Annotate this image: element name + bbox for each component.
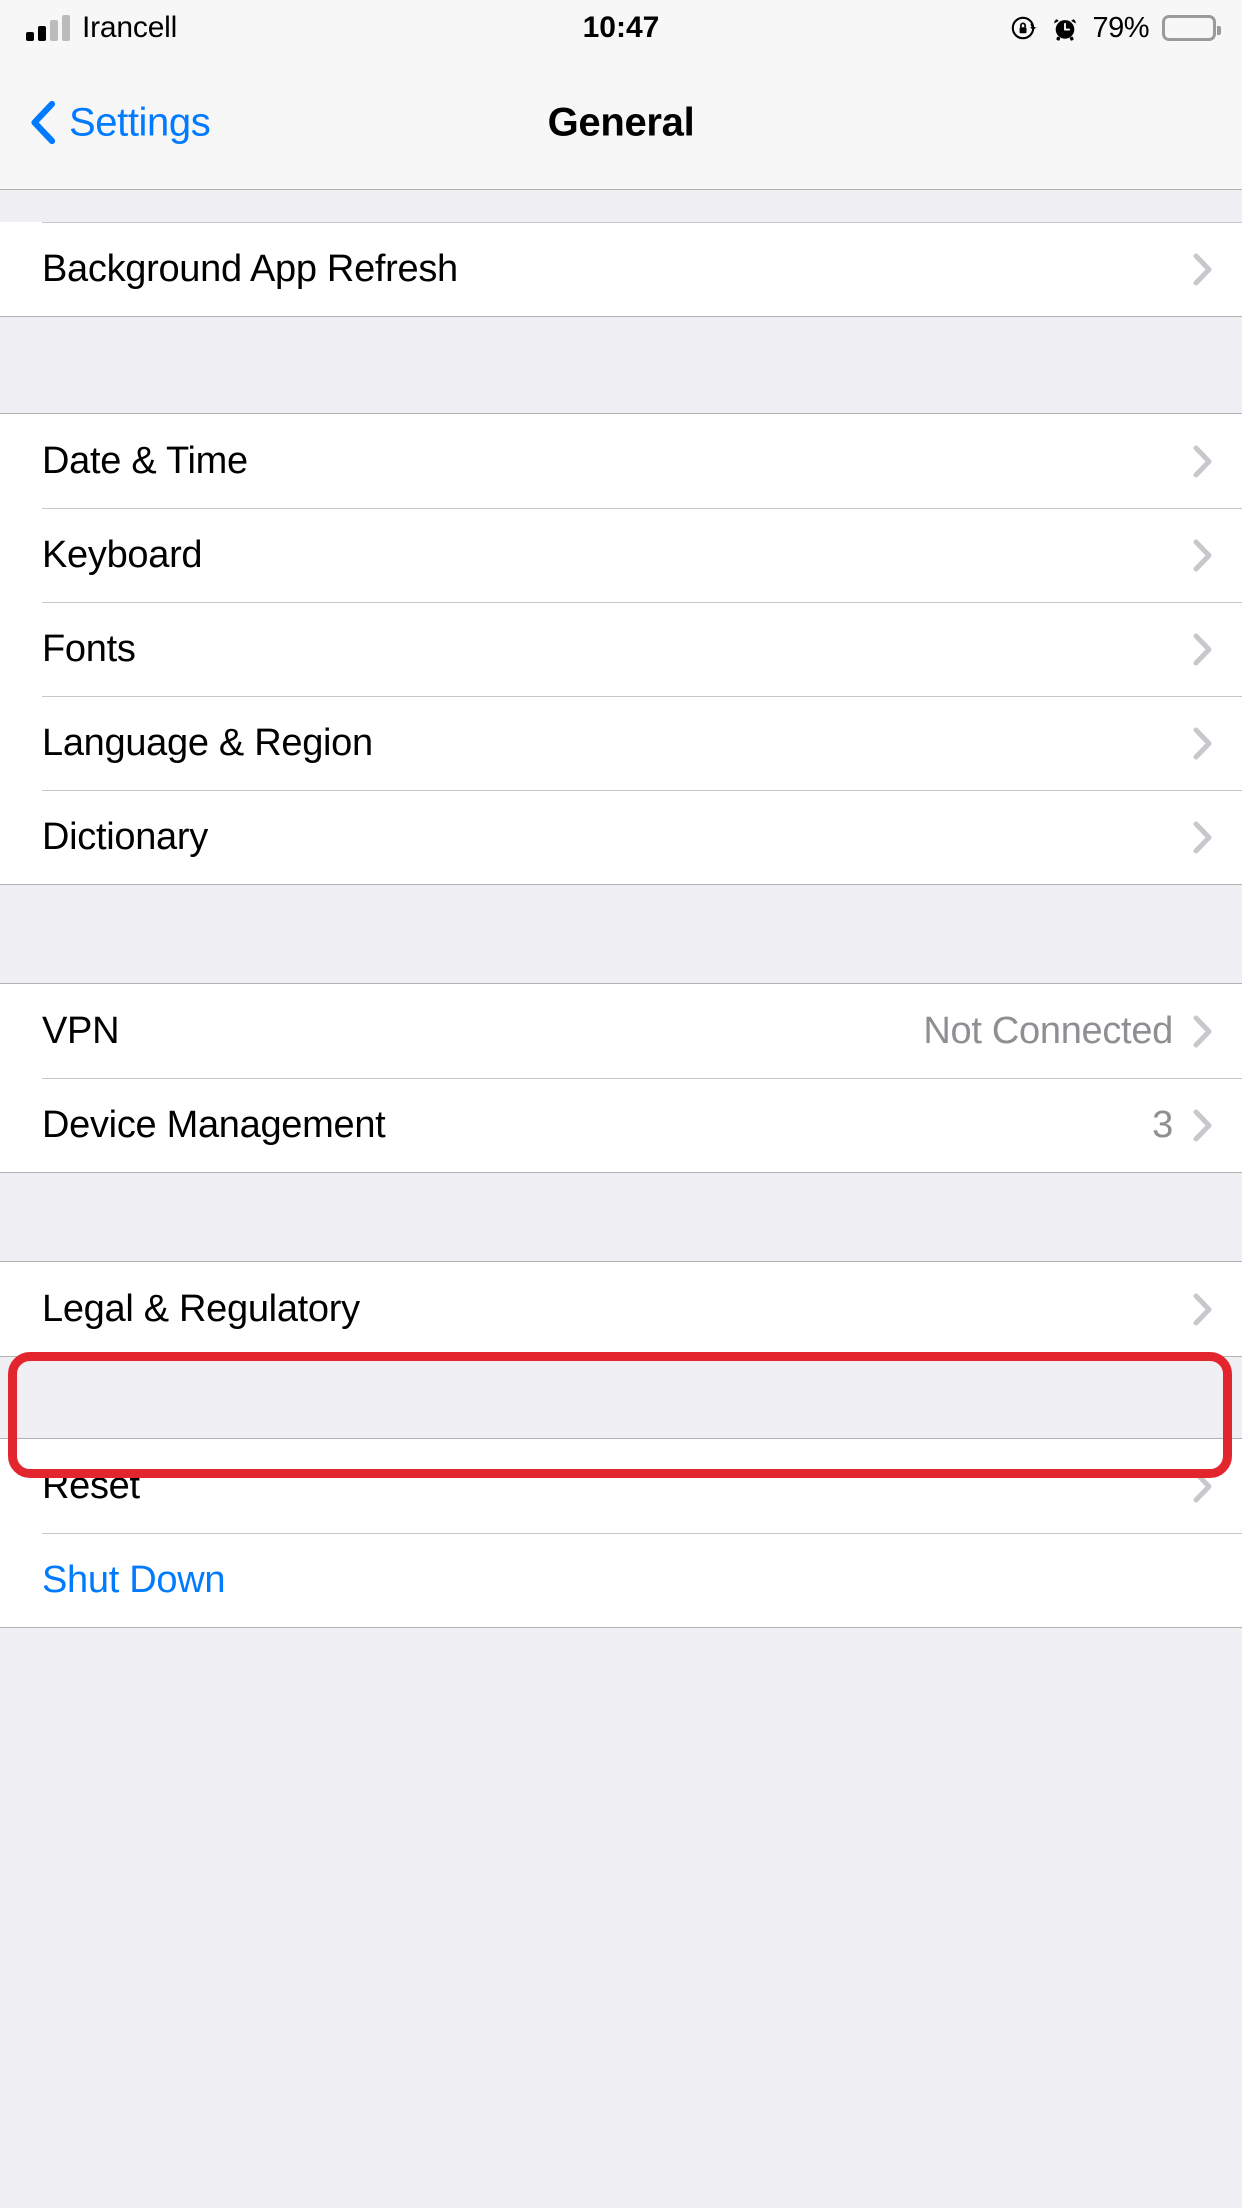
alarm-clock-icon <box>1051 14 1079 42</box>
status-bar: Irancell 10:47 79% <box>0 0 1242 56</box>
row-label: Reset <box>42 1465 140 1507</box>
row-label: Background App Refresh <box>42 248 458 290</box>
rotation-lock-icon <box>1010 14 1038 42</box>
row-accessory <box>1193 253 1212 286</box>
row-label: Date & Time <box>42 440 248 482</box>
status-bar-right: 79% <box>1010 11 1221 45</box>
row-reset[interactable]: Reset <box>0 1439 1242 1533</box>
row-accessory: Not Connected <box>923 1012 1212 1050</box>
section-gap <box>0 885 1242 983</box>
row-accessory <box>1193 633 1212 666</box>
chevron-right-icon <box>1193 253 1212 285</box>
row-label: Fonts <box>42 628 136 670</box>
chevron-right-icon <box>1193 539 1212 571</box>
battery-percent-label: 79% <box>1092 11 1149 44</box>
section-locale: Date & Time Keyboard Fonts Language & Re… <box>0 413 1242 885</box>
chevron-right-icon <box>1193 633 1212 665</box>
row-dictionary[interactable]: Dictionary <box>0 790 1242 884</box>
section-gap <box>0 1357 1242 1438</box>
row-label: Language & Region <box>42 722 373 764</box>
row-label: Legal & Regulatory <box>42 1288 360 1330</box>
page-title: General <box>547 100 695 144</box>
row-language-region[interactable]: Language & Region <box>0 696 1242 790</box>
row-accessory <box>1193 1293 1212 1326</box>
navigation-bar: Settings General <box>0 56 1242 190</box>
settings-list: Background App Refresh Date & Time Keybo… <box>0 222 1242 1628</box>
row-accessory: 3 <box>1152 1106 1212 1144</box>
chevron-right-icon <box>1193 445 1212 477</box>
chevron-right-icon <box>1193 1293 1212 1325</box>
section-legal: Legal & Regulatory <box>0 1261 1242 1357</box>
section-gap <box>0 317 1242 413</box>
row-background-app-refresh[interactable]: Background App Refresh <box>0 222 1242 316</box>
row-date-time[interactable]: Date & Time <box>0 414 1242 508</box>
row-fonts[interactable]: Fonts <box>0 602 1242 696</box>
row-label: Keyboard <box>42 534 203 576</box>
row-label: Dictionary <box>42 816 208 858</box>
row-accessory <box>1193 821 1212 854</box>
chevron-right-icon <box>1193 1109 1212 1141</box>
chevron-right-icon <box>1193 1015 1212 1047</box>
section-gap <box>0 1173 1242 1261</box>
row-value: 3 <box>1152 1104 1173 1146</box>
chevron-right-icon <box>1193 1470 1212 1502</box>
chevron-right-icon <box>1193 821 1212 853</box>
row-label: VPN <box>42 1010 120 1052</box>
row-shut-down[interactable]: Shut Down <box>0 1533 1242 1627</box>
row-accessory <box>1193 445 1212 478</box>
row-accessory <box>1193 1470 1212 1503</box>
row-device-management[interactable]: Device Management 3 <box>0 1078 1242 1172</box>
row-value: Not Connected <box>923 1010 1173 1052</box>
row-accessory <box>1193 539 1212 572</box>
section-reset-shutdown: Reset Shut Down <box>0 1438 1242 1628</box>
row-label: Device Management <box>42 1104 386 1146</box>
row-legal-regulatory[interactable]: Legal & Regulatory <box>0 1262 1242 1356</box>
row-accessory <box>1193 727 1212 760</box>
section-network-management: VPN Not Connected Device Management 3 <box>0 983 1242 1173</box>
row-keyboard[interactable]: Keyboard <box>0 508 1242 602</box>
row-vpn[interactable]: VPN Not Connected <box>0 984 1242 1078</box>
row-label: Shut Down <box>42 1559 226 1601</box>
section-background-app-refresh: Background App Refresh <box>0 222 1242 317</box>
battery-icon <box>1162 15 1221 41</box>
chevron-right-icon <box>1193 727 1212 759</box>
